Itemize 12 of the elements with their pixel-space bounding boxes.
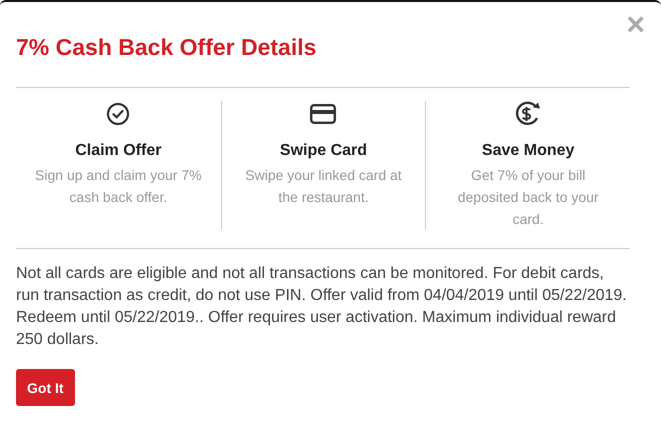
step-title: Save Money bbox=[482, 141, 574, 161]
step-description: Swipe your linked card at the restaurant. bbox=[244, 166, 403, 207]
step-description: Sign up and claim your 7% cash back offer. bbox=[34, 166, 203, 207]
credit-card-icon bbox=[310, 101, 336, 127]
dollar-refresh-icon bbox=[514, 101, 542, 127]
got-it-button[interactable]: Got It bbox=[16, 369, 75, 406]
check-circle-icon bbox=[106, 101, 130, 127]
step-description: Get 7% of your bill deposited back to your card. bbox=[456, 166, 600, 229]
step-title: Swipe Card bbox=[280, 141, 368, 161]
terms-text: Not all cards are eligible and not all transactions can be monitored. For debit cards, run transaction as credit, do not use PIN. Offer valid from 04/04/2019 until 05/22/2019. Redeem until 05/22/2019.. Offer requires user activation. Maximum individual reward 250 dollars. bbox=[16, 264, 628, 350]
dialog-title: 7% Cash Back Offer Details bbox=[16, 33, 318, 62]
step-title: Claim Offer bbox=[75, 141, 162, 161]
